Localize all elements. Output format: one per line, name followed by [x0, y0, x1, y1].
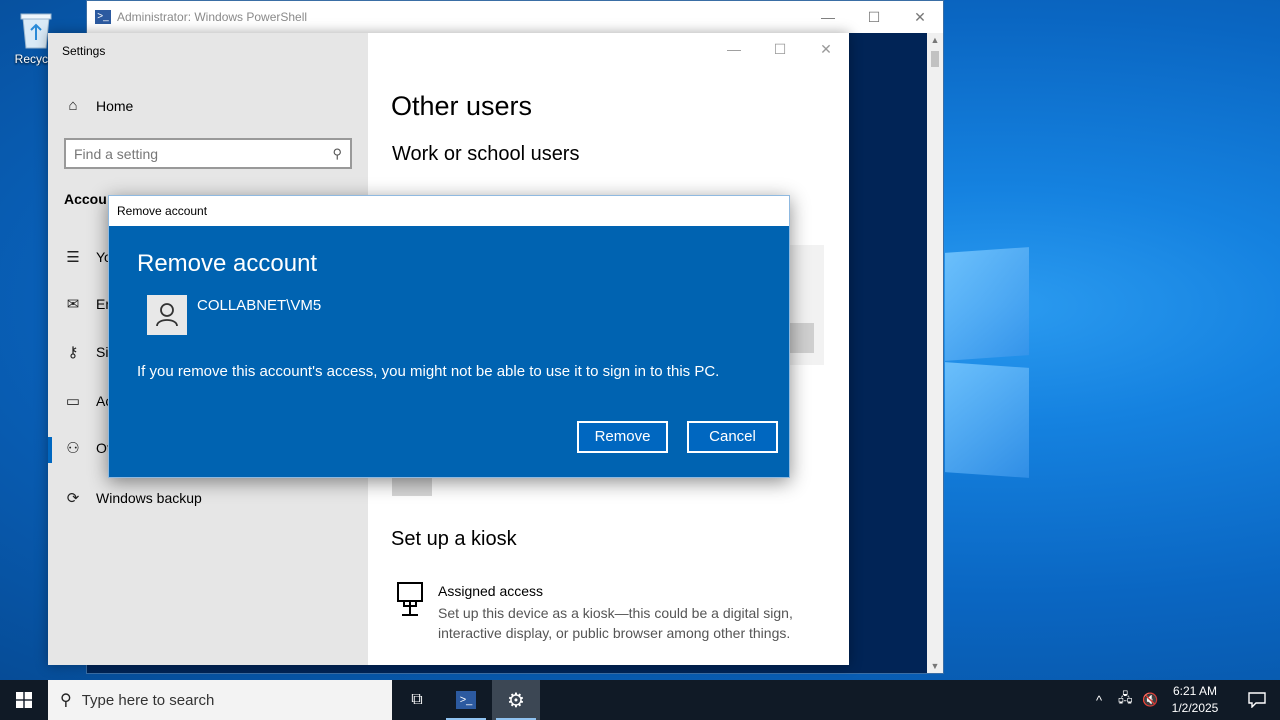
- find-setting-search-input[interactable]: Find a setting ⚲: [64, 138, 352, 169]
- windows-start-icon: [16, 692, 32, 708]
- powershell-icon: >_: [95, 10, 111, 24]
- account-name: COLLABNET\VM5: [197, 297, 322, 314]
- network-icon[interactable]: 🖧: [1118, 680, 1133, 720]
- avatar: [147, 295, 187, 335]
- taskbar-search-placeholder: Type here to search: [81, 691, 215, 709]
- email-icon: ✉: [66, 296, 80, 313]
- home-icon: ⌂: [68, 97, 78, 114]
- assigned-access-link[interactable]: Assigned access: [438, 583, 543, 599]
- taskbar-search-input[interactable]: ⚲ Type here to search: [48, 680, 392, 720]
- taskbar-clock[interactable]: 6:21 AM 1/2/2025: [1166, 683, 1224, 717]
- add-account-button[interactable]: [392, 478, 432, 496]
- minimize-button[interactable]: —: [711, 33, 757, 65]
- assigned-access-description: Set up this device as a kiosk—this could…: [438, 605, 793, 641]
- maximize-button[interactable]: ☐: [851, 9, 897, 26]
- search-placeholder: Find a setting: [74, 145, 159, 162]
- sign-in-key-icon: ⚷: [67, 344, 79, 361]
- selected-indicator: [48, 437, 52, 463]
- sidebar-section-heading: Accou: [64, 191, 107, 207]
- scroll-down-arrow-icon[interactable]: ▼: [927, 661, 943, 671]
- search-icon: ⚲: [332, 145, 342, 161]
- notification-icon: [1248, 692, 1266, 708]
- nav-home-label: Home: [96, 97, 134, 114]
- close-button[interactable]: ✕: [897, 9, 943, 26]
- settings-app-title: Settings: [62, 44, 106, 58]
- sidebar-item-windows-backup[interactable]: ⟳ Windows backup: [62, 489, 202, 507]
- task-view-button[interactable]: ⧉: [393, 680, 441, 720]
- taskbar-settings[interactable]: ⚙: [492, 680, 540, 720]
- work-school-heading: Work or school users: [392, 143, 580, 165]
- clock-time: 6:21 AM: [1172, 684, 1218, 698]
- kiosk-heading: Set up a kiosk: [391, 528, 517, 550]
- dialog-heading: Remove account: [137, 250, 318, 277]
- taskbar: ⚲ Type here to search ⧉ >_ ⚙ ^ 🖧 🔇 6:21 …: [0, 680, 1280, 720]
- nav-home[interactable]: ⌂ Home: [62, 97, 133, 114]
- maximize-button[interactable]: ☐: [757, 33, 803, 65]
- start-button[interactable]: [0, 680, 48, 720]
- sidebar-item-email[interactable]: ✉ En: [62, 295, 113, 313]
- search-icon: ⚲: [60, 692, 72, 709]
- page-title: Other users: [391, 91, 533, 121]
- your-info-icon: ☰: [66, 249, 80, 266]
- windows-logo-pane-bl: [945, 362, 1029, 478]
- dialog-titlebar: Remove account: [109, 196, 789, 226]
- powershell-title: Administrator: Windows PowerShell: [117, 10, 308, 24]
- sidebar-item-other-users[interactable]: ⚇ Ot: [62, 439, 111, 457]
- access-work-icon: ▭: [65, 393, 81, 410]
- powershell-icon: >_: [456, 691, 476, 709]
- sync-icon: ⟳: [66, 490, 80, 507]
- powershell-titlebar[interactable]: >_ Administrator: Windows PowerShell — ☐…: [87, 1, 943, 33]
- remove-account-dialog[interactable]: Remove account Remove account COLLABNET\…: [108, 195, 790, 478]
- volume-muted-icon[interactable]: 🔇: [1142, 680, 1158, 720]
- cancel-button[interactable]: Cancel: [687, 421, 778, 453]
- show-hidden-icons-button[interactable]: ^: [1096, 680, 1102, 720]
- powershell-scrollbar[interactable]: ▲ ▼: [927, 33, 943, 673]
- other-users-icon: ⚇: [66, 440, 80, 457]
- chevron-up-icon: ^: [1096, 692, 1103, 708]
- taskbar-powershell[interactable]: >_: [442, 680, 490, 720]
- close-button[interactable]: ✕: [803, 33, 849, 65]
- gear-icon: ⚙: [507, 689, 525, 712]
- minimize-button[interactable]: —: [805, 9, 851, 26]
- scrollbar-thumb[interactable]: [931, 51, 939, 67]
- scroll-up-arrow-icon[interactable]: ▲: [927, 35, 943, 45]
- sidebar-item-label: Windows backup: [96, 490, 202, 506]
- windows-logo-pane-tl: [945, 247, 1029, 361]
- user-icon: [156, 303, 178, 327]
- settings-window-controls: — ☐ ✕: [711, 33, 849, 65]
- sidebar-item-sign-in[interactable]: ⚷ Si: [62, 343, 109, 361]
- sidebar-item-access-work[interactable]: ▭ Ac: [62, 392, 112, 410]
- dialog-message: If you remove this account's access, you…: [137, 363, 720, 380]
- sidebar-item-your-info[interactable]: ☰ Yo: [62, 248, 112, 266]
- remove-button[interactable]: Remove: [577, 421, 668, 453]
- task-view-icon: ⧉: [411, 691, 423, 708]
- sidebar-item-label: Si: [96, 344, 109, 360]
- clock-date: 1/2/2025: [1171, 701, 1219, 715]
- kiosk-icon: [397, 582, 423, 618]
- action-center-button[interactable]: [1234, 680, 1280, 720]
